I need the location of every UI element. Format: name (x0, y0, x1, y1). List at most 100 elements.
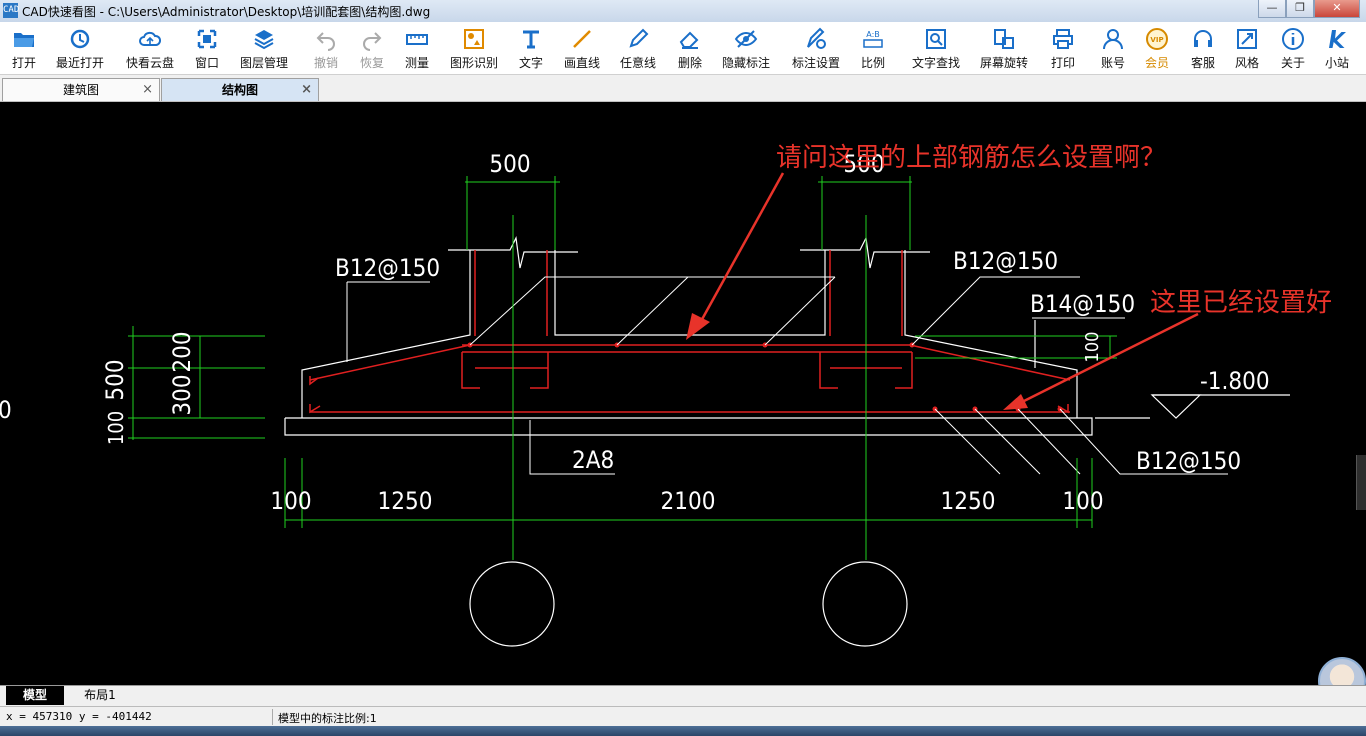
answer-arrowhead (1003, 394, 1028, 410)
tab-architecture[interactable]: 建筑图 × (2, 78, 160, 101)
layer-manager-button[interactable]: 图层管理 (236, 25, 292, 73)
user-icon (1103, 29, 1123, 50)
undo-button[interactable]: 撤销 (308, 25, 344, 73)
cursor-coordinates: x = 457310 y = -401442 (6, 710, 152, 723)
side-scroll-handle[interactable] (1356, 455, 1366, 510)
drawing-canvas[interactable]: 500 500 100 1250 2100 1250 100 500 100 2… (0, 102, 1366, 685)
scale-button[interactable]: A:B 比例 (856, 25, 890, 73)
folder-open-icon (14, 33, 34, 47)
question-arrowhead (686, 313, 710, 340)
eye-hide-icon (734, 30, 758, 48)
account-button[interactable]: 账号 (1096, 25, 1130, 73)
text-button[interactable]: 文字 (514, 25, 548, 73)
label-edge-zero: 0 (0, 396, 12, 424)
station-button[interactable]: 小站 (1320, 25, 1354, 73)
text-search-icon (926, 29, 946, 49)
pen-icon (629, 28, 649, 48)
measure-button[interactable]: 测量 (400, 25, 434, 73)
style-icon (1237, 29, 1257, 49)
dim-2100: 2100 (661, 487, 716, 515)
window-button[interactable]: 窗口 (190, 25, 224, 73)
dim-100-right: 100 (1062, 487, 1103, 515)
draw-line-button[interactable]: 画直线 (560, 25, 604, 73)
open-button[interactable]: 打开 (6, 25, 42, 73)
tab-close-icon[interactable]: × (301, 79, 312, 101)
redo-icon (363, 32, 382, 51)
annotation-scale: 模型中的标注比例:1 (278, 712, 377, 725)
delete-button[interactable]: 删除 (672, 25, 708, 73)
dim-height-300: 300 (168, 374, 196, 415)
restore-button[interactable]: ❐ (1286, 0, 1314, 18)
style-button[interactable]: 风格 (1230, 25, 1264, 73)
svg-text:VIP: VIP (1150, 36, 1163, 44)
vip-icon: VIP (1146, 28, 1168, 50)
headset-icon (1194, 30, 1212, 47)
info-icon (1282, 28, 1304, 50)
text-icon (523, 30, 539, 49)
rotate-screen-button[interactable]: 屏幕旋转 (976, 25, 1032, 73)
label-elevation: -1.800 (1200, 367, 1270, 395)
dim-1250-right: 1250 (941, 487, 996, 515)
customer-service-button[interactable]: 客服 (1186, 25, 1220, 73)
pile-circles (469, 561, 908, 647)
window-controls: — ❐ ✕ (1258, 0, 1360, 18)
hide-annotation-button[interactable]: 隐藏标注 (718, 25, 774, 73)
answer-annotation: 这里已经设置好 (1150, 288, 1332, 318)
about-button[interactable]: 关于 (1276, 25, 1310, 73)
line-icon (573, 30, 591, 48)
undo-icon (316, 32, 335, 51)
rebar-dots (467, 342, 1063, 412)
recent-open-button[interactable]: 最近打开 (52, 25, 108, 73)
layout-tab-bar: 模型 布局1 (0, 685, 1366, 707)
main-toolbar: 打开 最近打开 快看云盘 窗口 图层管理 撤销 恢复 测量 图形识别 文字 画直… (0, 22, 1366, 75)
dim-height-100: 100 (104, 411, 128, 445)
status-bar: x = 457310 y = -401442 模型中的标注比例:1 (0, 706, 1366, 727)
cad-drawing: 500 500 100 1250 2100 1250 100 500 100 2… (0, 143, 1332, 647)
shape-recognize-button[interactable]: 图形识别 (446, 25, 502, 73)
document-tab-bar: 建筑图 × 结构图 × (0, 75, 1366, 102)
annotation-settings-button[interactable]: 标注设置 (788, 25, 844, 73)
print-button[interactable]: 打印 (1046, 25, 1080, 73)
label-b12-bottom: B12@150 (1136, 447, 1241, 475)
tab-model[interactable]: 模型 (6, 686, 64, 705)
title-bar: CAD CAD快速看图 - C:\Users\Administrator\Des… (0, 0, 1366, 23)
rotate-screen-icon (994, 29, 1014, 49)
dimension-text: 500 500 100 1250 2100 1250 100 500 100 2… (0, 150, 1270, 515)
label-b14: B14@150 (1030, 290, 1135, 318)
window-title: CAD快速看图 - C:\Users\Administrator\Desktop… (22, 5, 431, 19)
cloud-drive-button[interactable]: 快看云盘 (122, 25, 178, 73)
label-b12-right: B12@150 (953, 247, 1058, 275)
layers-icon (254, 30, 274, 50)
question-annotation: 请问这里的上部钢筋怎么设置啊？ (776, 143, 1166, 173)
redo-button[interactable]: 恢复 (354, 25, 390, 73)
question-arrow (698, 172, 785, 324)
vip-button[interactable]: VIP 会员 (1140, 25, 1174, 73)
app-icon: CAD (3, 3, 19, 18)
tab-structure[interactable]: 结构图 × (161, 78, 319, 101)
scale-icon: A:B (863, 30, 883, 48)
tab-close-icon[interactable]: × (142, 79, 153, 101)
label-2a8: 2A8 (572, 446, 614, 474)
dim-small-100: 100 (1082, 332, 1103, 363)
freehand-button[interactable]: 任意线 (616, 25, 660, 73)
k-logo-icon (1329, 30, 1346, 48)
close-button[interactable]: ✕ (1314, 0, 1360, 18)
dim-height-200: 200 (168, 331, 196, 372)
shape-recognize-icon (464, 29, 484, 49)
dim-100-left: 100 (270, 487, 311, 515)
minimize-button[interactable]: — (1258, 0, 1286, 18)
os-taskbar (0, 726, 1366, 736)
tab-layout1[interactable]: 布局1 (70, 686, 130, 705)
label-b12-left: B12@150 (335, 254, 440, 282)
window-icon (197, 29, 217, 49)
printer-icon (1053, 29, 1073, 49)
dim-col-left: 500 (489, 150, 530, 178)
eraser-icon (679, 31, 699, 49)
svg-text:A:B: A:B (866, 30, 880, 39)
ruler-icon (406, 34, 428, 45)
text-search-button[interactable]: 文字查找 (908, 25, 964, 73)
cloud-icon (139, 31, 162, 46)
history-icon (70, 29, 90, 49)
annotation-settings-icon (807, 27, 826, 49)
status-divider (272, 709, 273, 725)
